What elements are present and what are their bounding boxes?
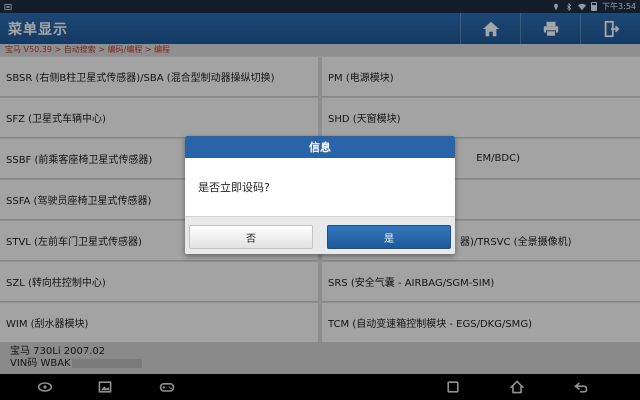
yes-button[interactable]: 是 [327, 225, 451, 249]
dialog-buttons: 否 是 [185, 216, 455, 254]
dialog-title: 信息 [185, 136, 455, 158]
info-dialog: 信息 是否立即设码? 否 是 [185, 136, 455, 254]
dialog-message: 是否立即设码? [185, 158, 455, 216]
no-button[interactable]: 否 [189, 225, 313, 249]
screen: 下午3:54 菜单显示 宝马 V50.39 > 自动搜索 > 编码/编程 > 编… [0, 0, 640, 400]
